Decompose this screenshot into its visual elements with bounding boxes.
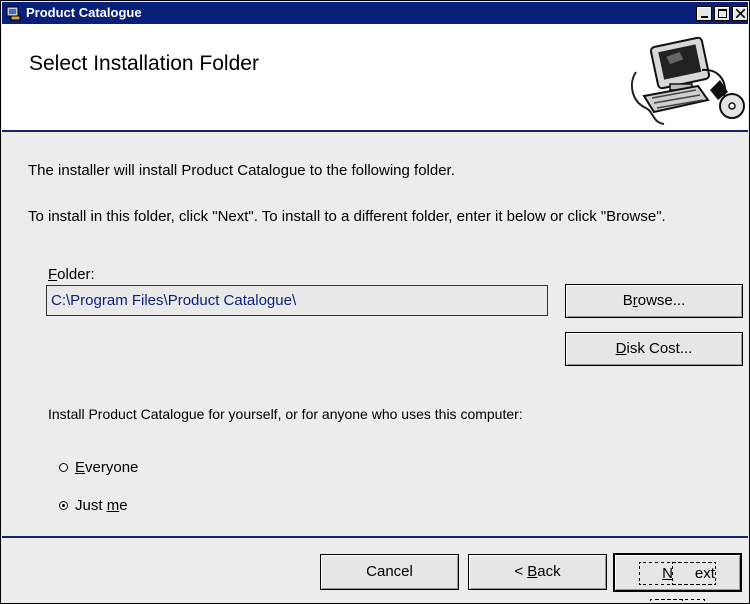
radio-just-me-label-post: e <box>119 497 128 514</box>
installer-app-icon <box>6 6 21 21</box>
radio-just-me-mnemonic: m <box>106 497 120 514</box>
window-title: Product Catalogue <box>26 5 142 20</box>
folder-label: Folder: <box>48 264 95 285</box>
disk-cost-button[interactable]: Disk Cost... <box>565 332 743 366</box>
footer-divider <box>2 536 748 538</box>
folder-label-text: older: <box>57 266 95 283</box>
header-banner: Select Installation Folder <box>2 24 748 132</box>
cancel-button[interactable]: Cancel <box>320 554 459 590</box>
install-scope-label: Install Product Catalogue for yourself, … <box>48 406 523 422</box>
radio-just-me-label-pre: Just <box>75 497 107 514</box>
install-location-text: The installer will install Product Catal… <box>28 162 455 179</box>
next-button[interactable]: Next > <box>613 553 742 604</box>
browse-button[interactable]: Browse... <box>565 284 743 318</box>
browse-label-pre: B <box>622 292 633 309</box>
minimize-button[interactable] <box>696 6 712 21</box>
back-label-post: ack <box>537 563 561 580</box>
radio-everyone[interactable]: Everyone <box>59 458 138 478</box>
back-label-mnemonic: B <box>527 563 538 580</box>
radio-everyone-label: veryone <box>85 459 139 476</box>
radio-just-me[interactable]: Just me <box>59 496 128 516</box>
back-label-pre: < <box>514 563 528 580</box>
back-button[interactable]: < Back <box>468 554 607 590</box>
page-title: Select Installation Folder <box>29 52 259 75</box>
next-label-mnemonic: N <box>662 565 673 582</box>
close-icon <box>736 9 745 18</box>
title-bar[interactable]: Product Catalogue <box>2 2 748 24</box>
minimize-icon <box>701 16 708 18</box>
close-button[interactable] <box>732 6 748 21</box>
next-label: Next > <box>639 562 716 604</box>
computer-installer-icon <box>630 36 745 125</box>
install-instructions-text: To install in this folder, click "Next".… <box>28 208 666 225</box>
radio-selected-icon <box>59 501 68 510</box>
disk-cost-label-post: isk Cost... <box>626 340 693 357</box>
radio-everyone-mnemonic: E <box>75 459 86 476</box>
installer-window: Product Catalogue Select Installation Fo… <box>0 0 750 604</box>
next-label-post: ext > <box>650 562 716 604</box>
disk-cost-label-mnemonic: D <box>615 340 627 357</box>
maximize-button[interactable] <box>714 6 730 21</box>
radio-unselected-icon <box>59 463 68 472</box>
browse-label-post: owse... <box>637 292 686 309</box>
maximize-icon <box>718 9 727 18</box>
folder-path-input[interactable] <box>46 285 548 316</box>
folder-label-mnemonic: F <box>48 266 58 283</box>
